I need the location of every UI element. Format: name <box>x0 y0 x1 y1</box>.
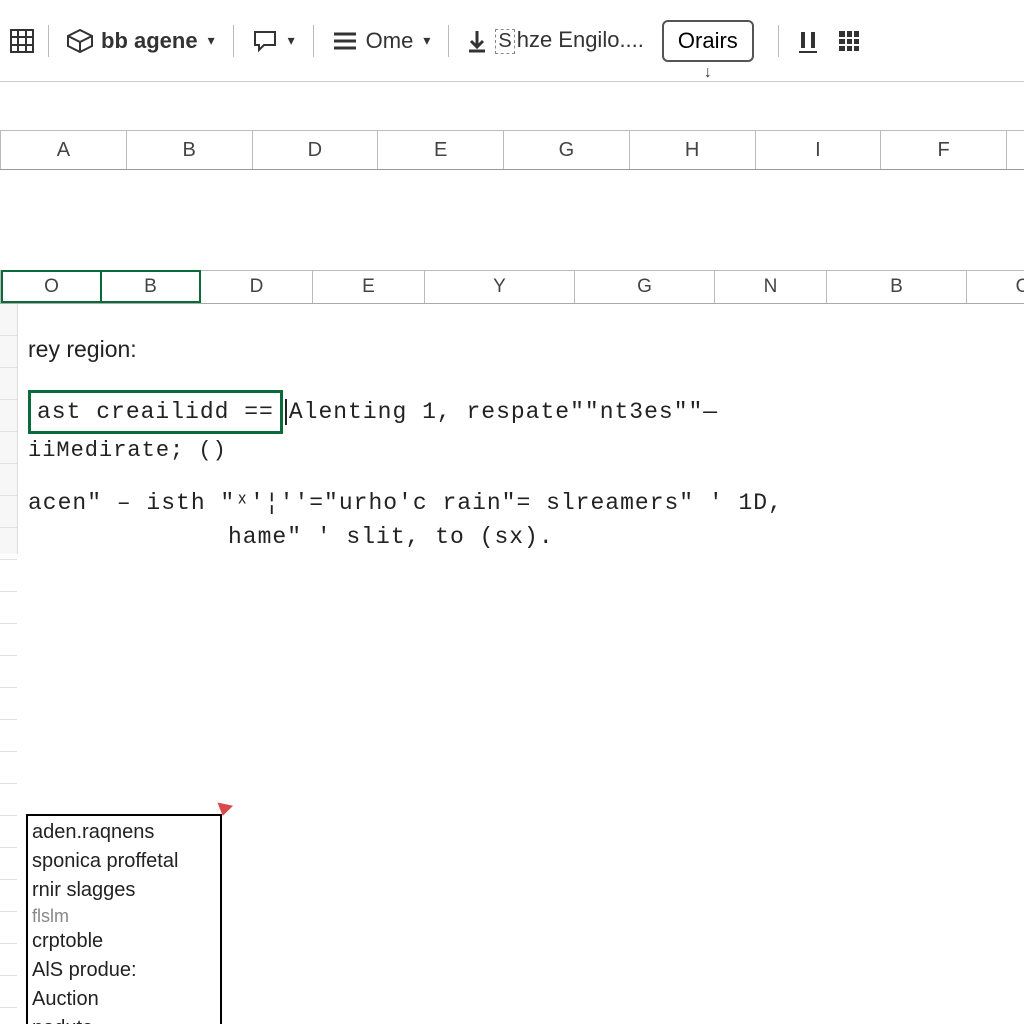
col-header[interactable]: E <box>313 270 425 303</box>
text-caret <box>285 399 287 425</box>
autocomplete-item[interactable]: crptoble <box>32 927 216 956</box>
autocomplete-popup: aden.raqnens sponica proffetal rnir slag… <box>26 814 222 1024</box>
orairs-button[interactable]: Orairs <box>662 20 754 62</box>
col-header[interactable]: O <box>967 270 1024 303</box>
formula-line[interactable]: ast creailidd ==Alenting 1, respate""nt3… <box>28 390 1024 434</box>
autocomplete-item[interactable]: AlS produe: <box>32 956 216 985</box>
autocomplete-item[interactable]: flslm <box>32 905 216 927</box>
row-gutter <box>0 304 18 554</box>
comment-menu[interactable]: ▾ <box>248 25 299 57</box>
col-header[interactable]: B <box>827 270 967 303</box>
autocomplete-item[interactable]: sponica proffetal <box>32 847 216 876</box>
text-line: rey region: <box>28 332 1024 366</box>
ome-menu[interactable]: Ome ▾ <box>328 24 435 58</box>
chevron-down-icon: ▾ <box>423 32 430 49</box>
chevron-down-icon: ▾ <box>208 32 215 49</box>
orairs-button-wrap: Orairs ↓ <box>662 20 754 62</box>
col-header[interactable]: N <box>715 270 827 303</box>
autocomplete-item[interactable]: aden.raqnens <box>32 818 216 847</box>
active-cell-box[interactable]: ast creailidd == <box>28 390 283 434</box>
autocomplete-item[interactable]: rnir slagges <box>32 876 216 905</box>
text-line: hame" ' slit, to (sx). <box>28 520 1024 554</box>
download-icon <box>467 29 487 53</box>
column-header-secondary: O B D E Y G N B O <box>0 270 1024 304</box>
col-header[interactable]: D <box>253 130 379 169</box>
select-all-handle[interactable] <box>0 130 1 169</box>
col-header[interactable]: Y <box>425 270 575 303</box>
autocomplete-item[interactable]: Auction <box>32 985 216 1014</box>
text-line: iiMedirate; () <box>28 434 1024 468</box>
cube-icon <box>67 29 93 53</box>
col-header[interactable]: G <box>575 270 715 303</box>
formula-continuation: Alenting 1, respate""nt3es""— <box>289 399 718 425</box>
col-header[interactable]: E <box>1007 130 1024 169</box>
size-menu[interactable]: SShze Engilo....hze Engilo.... <box>463 23 648 58</box>
col-header[interactable]: E <box>378 130 504 169</box>
lines-icon <box>332 30 358 52</box>
autocomplete-item[interactable]: nadute <box>32 1014 216 1024</box>
resize-handle-icon[interactable] <box>216 804 232 816</box>
grid-icon[interactable] <box>10 29 34 53</box>
agene-menu[interactable]: bb agene ▾ <box>63 24 219 58</box>
text-line: acen" – isth "ˣ'¦''="urho'c rain"= slrea… <box>28 486 1024 520</box>
agene-label: bb agene <box>101 28 198 54</box>
toolbar: bb agene ▾ ▾ Ome ▾ SShze Engilo....hze E… <box>0 0 1024 82</box>
comment-icon <box>252 29 278 53</box>
column-header-primary: A B D E G H I F E <box>0 130 1024 170</box>
table-icon[interactable] <box>833 25 865 57</box>
col-header[interactable]: F <box>881 130 1007 169</box>
col-header-selected[interactable]: O <box>1 270 101 303</box>
col-header[interactable]: I <box>756 130 882 169</box>
size-label: SShze Engilo....hze Engilo.... <box>495 27 644 54</box>
col-header[interactable]: H <box>630 130 756 169</box>
col-header[interactable]: G <box>504 130 630 169</box>
chevron-down-icon: ▾ <box>288 32 295 49</box>
col-header[interactable]: D <box>201 270 313 303</box>
col-header-selected[interactable]: B <box>101 270 201 303</box>
col-header[interactable]: A <box>1 130 127 169</box>
pause-icon[interactable] <box>793 25 823 57</box>
col-header[interactable]: B <box>127 130 253 169</box>
cell-content-area: rey region: ast creailidd ==Alenting 1, … <box>0 304 1024 554</box>
ome-label: Ome <box>366 28 414 54</box>
pointer-arrow-icon: ↓ <box>704 64 712 82</box>
